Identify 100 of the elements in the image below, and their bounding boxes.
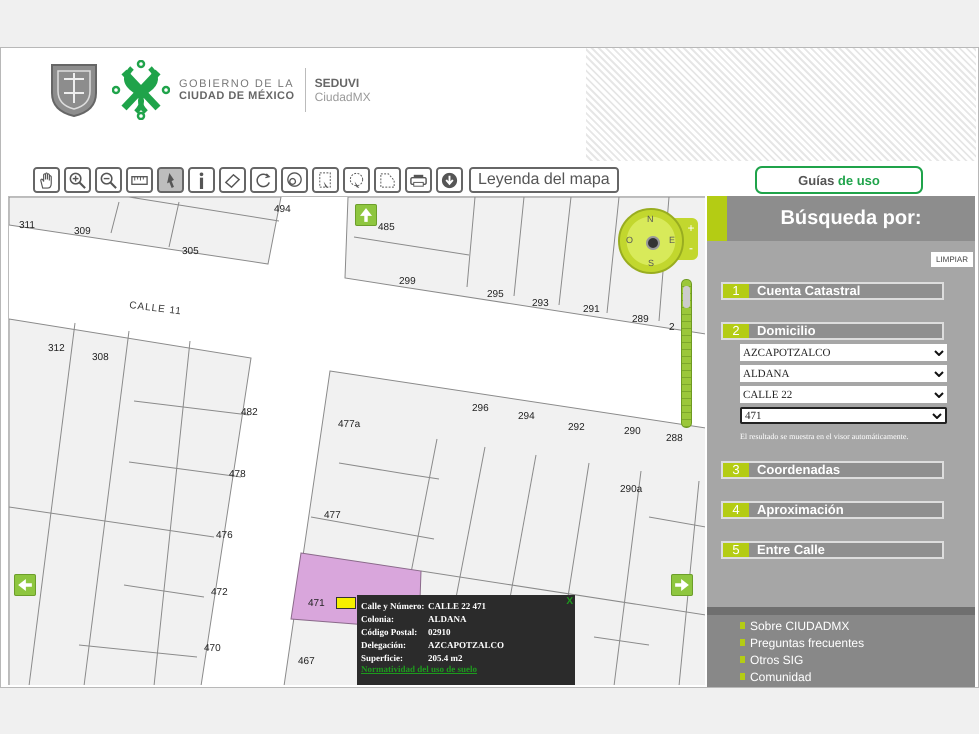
arrow-right-icon: [675, 579, 689, 591]
tool-button[interactable]: [64, 167, 91, 193]
parcel-number: 289: [632, 314, 649, 325]
pan-right-button[interactable]: [671, 574, 693, 596]
tool-button[interactable]: [95, 167, 122, 193]
zoom-slider-thumb[interactable]: [683, 286, 690, 308]
parcel-number: 290: [624, 426, 641, 437]
download-icon: [440, 170, 459, 190]
agency-subtitle: CiudadMX: [314, 90, 371, 104]
parcel-number: 311: [19, 220, 35, 231]
tool-button[interactable]: [343, 167, 370, 193]
search-section-button[interactable]: 3 Coordenadas: [721, 461, 944, 479]
info-label: Código Postal:: [361, 626, 418, 636]
tool-button[interactable]: [374, 167, 401, 193]
hint-text: El resultado se muestra en el visor automáticamente.: [740, 432, 910, 441]
dropdown-field[interactable]: ALDANA: [740, 365, 947, 382]
tool-button[interactable]: [250, 167, 277, 193]
dropdown-field[interactable]: 471: [740, 407, 947, 424]
info-value: 205.4 m2: [428, 652, 462, 662]
info-label: Superficie:: [361, 652, 404, 662]
location-marker: [336, 597, 356, 609]
zoom-out-icon: [99, 170, 118, 190]
parcel-number: 476: [216, 530, 233, 541]
tool-button[interactable]: [312, 167, 339, 193]
zoom-in-icon: [68, 170, 87, 190]
parcel-number: 477a: [338, 419, 360, 430]
map-legend-button[interactable]: Leyenda del mapa: [469, 167, 619, 193]
footer-link[interactable]: Sobre CIUDADMX: [750, 618, 850, 632]
street-name: CALLE 11: [128, 300, 182, 318]
info-value: ALDANA: [428, 614, 467, 624]
parcel-number: 296: [472, 403, 489, 414]
footer-link[interactable]: Otros SIG: [750, 652, 804, 666]
parcel-number: 470: [204, 643, 221, 654]
org-name-line: CIUDAD DE MÉXICO: [179, 90, 295, 102]
bullet-icon: [740, 673, 745, 680]
chevron-down-icon: [932, 412, 942, 418]
chevron-down-icon: [934, 392, 944, 398]
parcel-number: 288: [666, 433, 683, 444]
coat-of-arms-icon: [50, 63, 98, 117]
chevron-down-icon: [934, 370, 944, 376]
tool-button[interactable]: [157, 167, 184, 193]
parcel-number: 291: [583, 304, 600, 315]
parcel-number: 293: [532, 298, 549, 309]
clear-button[interactable]: LIMPIAR: [930, 252, 973, 267]
bullet-icon: [740, 639, 745, 646]
tool-button[interactable]: [281, 167, 308, 193]
pointer-icon: [167, 172, 174, 188]
compass-center-icon[interactable]: [646, 236, 660, 250]
info-label: Calle y Número:: [361, 600, 426, 610]
lasso-select-icon: [347, 170, 366, 190]
parcel-number: 467: [298, 656, 315, 667]
city-logo-icon: [112, 60, 170, 120]
dropdown-field[interactable]: CALLE 22: [740, 386, 947, 403]
arrow-left-icon: [18, 579, 32, 591]
close-button[interactable]: X: [566, 596, 573, 607]
info-label: Colonia:: [361, 614, 396, 624]
info-value: AZCAPOTZALCO: [428, 640, 504, 650]
parcel-number: 2: [669, 322, 675, 333]
zoning-link[interactable]: Normatividad del uso de suelo: [361, 664, 478, 674]
parcel-number: 299: [399, 276, 416, 287]
search-section-button[interactable]: 4 Aproximación: [721, 501, 944, 519]
polygon-select-icon: [378, 170, 397, 190]
parcel-number: 478: [229, 469, 246, 480]
parcel-number: 294: [518, 411, 535, 422]
parcel-number: 485: [378, 222, 395, 233]
search-section-button[interactable]: 1 Cuenta Catastral: [721, 282, 944, 300]
org-name-line: GOBIERNO DE LA: [179, 78, 295, 90]
chevron-down-icon: [934, 350, 944, 356]
parcel-number: 308: [92, 352, 109, 363]
agency-name: SEDUVI: [314, 76, 360, 90]
arrow-up-icon: [360, 208, 372, 222]
footer-link[interactable]: Comunidad: [750, 670, 812, 684]
parcel-number: 305: [182, 246, 199, 257]
footer-link[interactable]: Preguntas frecuentes: [750, 636, 864, 650]
bullet-icon: [740, 656, 745, 663]
tool-button[interactable]: [126, 167, 153, 193]
parcel-number: 482: [241, 407, 258, 418]
pan-left-button[interactable]: [14, 574, 36, 596]
zoom-slider[interactable]: [681, 279, 692, 428]
tool-button[interactable]: [436, 167, 463, 193]
info-value: CALLE 22 471: [428, 600, 486, 610]
info-label: Delegación:: [361, 640, 407, 650]
tool-button[interactable]: [33, 167, 60, 193]
parcel-number: 295: [487, 289, 504, 300]
info-icon: [199, 172, 204, 188]
tool-button[interactable]: [219, 167, 246, 193]
pan-up-button[interactable]: [355, 204, 377, 226]
parcel-number: 292: [568, 422, 585, 433]
tool-button[interactable]: [405, 167, 432, 193]
user-guides-button[interactable]: Guías de uso: [755, 166, 923, 194]
compass-letter: O: [626, 235, 634, 245]
parcel-number: 477: [324, 510, 341, 521]
compass-letter: E: [668, 235, 675, 245]
refresh-icon: [254, 170, 273, 190]
circle-select-icon: [285, 170, 304, 190]
search-section-button[interactable]: 5 Entre Calle: [721, 541, 944, 559]
search-section-button[interactable]: 2 Domicilio: [721, 322, 944, 340]
info-value: 02910: [428, 626, 450, 636]
tool-button[interactable]: [188, 167, 215, 193]
dropdown-field[interactable]: AZCAPOTZALCO: [740, 344, 947, 361]
